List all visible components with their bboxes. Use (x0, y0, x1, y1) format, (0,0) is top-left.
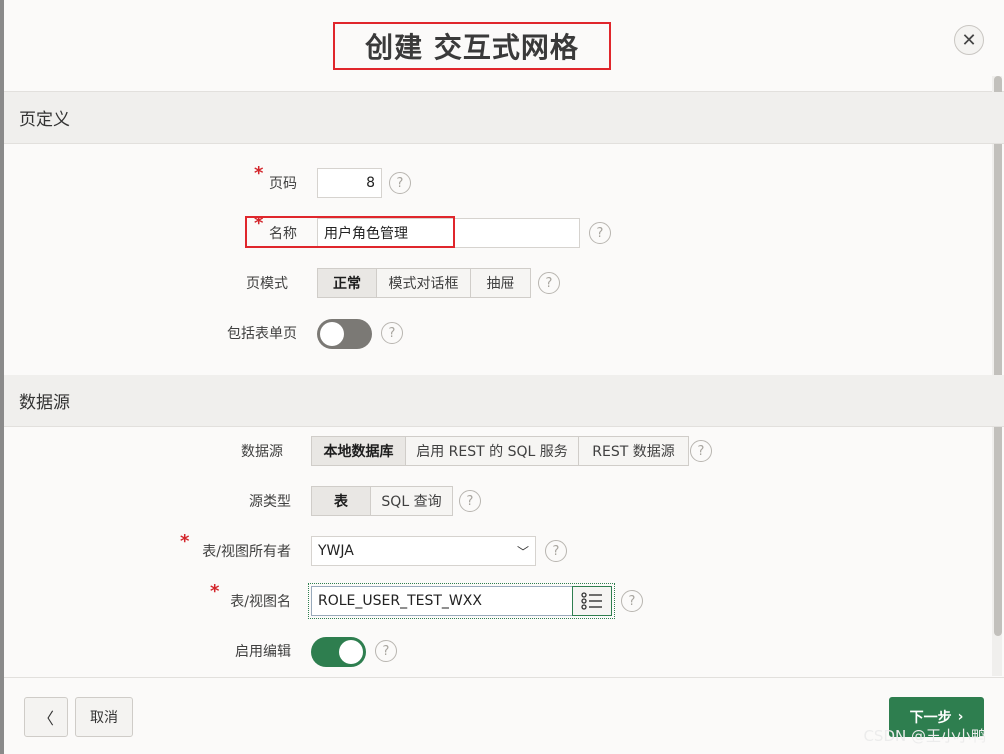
dialog-titlebar: 创建 交互式网格 ✕ (4, 0, 1004, 92)
page-mode-drawer[interactable]: 抽屉 (471, 269, 530, 297)
page-number-row: * 页码 8 ? (4, 163, 1004, 203)
help-icon[interactable]: ? (589, 222, 611, 244)
cancel-button[interactable]: 取消 (75, 697, 133, 737)
data-source-label: 数据源 (241, 444, 283, 460)
page-mode-normal[interactable]: 正常 (318, 269, 377, 297)
next-label: 下一步 (909, 710, 952, 726)
help-icon[interactable]: ? (545, 540, 567, 562)
owner-value: YWJA (318, 543, 354, 559)
chevron-right-icon: › (957, 709, 964, 725)
enable-edit-label: 启用编辑 (235, 644, 291, 660)
list-picker-button[interactable] (572, 586, 612, 616)
dialog-footer: 〈 取消 下一步 › CSDN @王小小鸭 (4, 677, 1004, 754)
back-button[interactable]: 〈 (24, 697, 68, 737)
enable-edit-row: 启用编辑 ? (4, 631, 1004, 671)
table-name-label: 表/视图名 (230, 594, 291, 610)
page-number-input[interactable]: 8 (317, 168, 382, 198)
help-icon[interactable]: ? (538, 272, 560, 294)
source-type-label: 源类型 (249, 494, 291, 510)
chevron-left-icon: 〈 (37, 709, 54, 728)
close-button[interactable]: ✕ (954, 25, 984, 55)
data-source-local[interactable]: 本地数据库 (312, 437, 406, 465)
help-icon[interactable]: ? (375, 640, 397, 662)
include-form-row: 包括表单页 ? (4, 313, 1004, 353)
source-type-row: 源类型 表 SQL 查询 ? (4, 481, 1004, 521)
list-icon (581, 592, 602, 610)
name-row: * 名称 用户角色管理 ? (4, 213, 1004, 253)
owner-row: * 表/视图所有者 YWJA ﹀ ? (4, 531, 1004, 571)
table-name-input[interactable]: ROLE_USER_TEST_WXX (311, 586, 573, 616)
section-page-definition: 页定义 (4, 92, 1004, 144)
toggle-knob (339, 640, 363, 664)
page-mode-row: 页模式 正常 模式对话框 抽屉 ? (4, 263, 1004, 303)
owner-select[interactable]: YWJA ﹀ (311, 536, 536, 566)
chevron-down-icon: ﹀ (516, 544, 529, 559)
help-icon[interactable]: ? (621, 590, 643, 612)
source-type-segmented[interactable]: 表 SQL 查询 (311, 486, 453, 516)
section-data-source: 数据源 (4, 375, 1004, 427)
create-interactive-grid-dialog: 创建 交互式网格 ✕ 页定义 * 页码 8 ? * 名称 用户角色管理 ? 页模… (4, 0, 1004, 754)
help-icon[interactable]: ? (389, 172, 411, 194)
help-icon[interactable]: ? (459, 490, 481, 512)
data-source-rest[interactable]: REST 数据源 (579, 437, 688, 465)
data-source-row: 数据源 本地数据库 启用 REST 的 SQL 服务 REST 数据源 ? (4, 431, 1004, 471)
dialog-title: 创建 交互式网格 (365, 31, 579, 64)
owner-label: 表/视图所有者 (202, 544, 291, 560)
table-name-row: * 表/视图名 ROLE_USER_TEST_WXX ? (4, 581, 1004, 621)
include-form-toggle[interactable] (317, 319, 372, 349)
toggle-knob (320, 322, 344, 346)
help-icon[interactable]: ? (690, 440, 712, 462)
dialog-title-highlight: 创建 交互式网格 (333, 22, 611, 70)
enable-edit-toggle[interactable] (311, 637, 366, 667)
page-mode-modal[interactable]: 模式对话框 (377, 269, 471, 297)
data-source-rest-sql[interactable]: 启用 REST 的 SQL 服务 (406, 437, 579, 465)
page-number-label: 页码 (269, 176, 297, 192)
page-mode-segmented[interactable]: 正常 模式对话框 抽屉 (317, 268, 531, 298)
csdn-watermark: CSDN @王小小鸭 (863, 727, 986, 745)
include-form-label: 包括表单页 (227, 326, 297, 342)
close-icon: ✕ (961, 29, 977, 51)
source-type-sql[interactable]: SQL 查询 (371, 487, 452, 515)
data-source-segmented[interactable]: 本地数据库 启用 REST 的 SQL 服务 REST 数据源 (311, 436, 689, 466)
help-icon[interactable]: ? (381, 322, 403, 344)
name-highlight-box (245, 216, 455, 248)
page-mode-label: 页模式 (246, 276, 288, 292)
source-type-table[interactable]: 表 (312, 487, 371, 515)
